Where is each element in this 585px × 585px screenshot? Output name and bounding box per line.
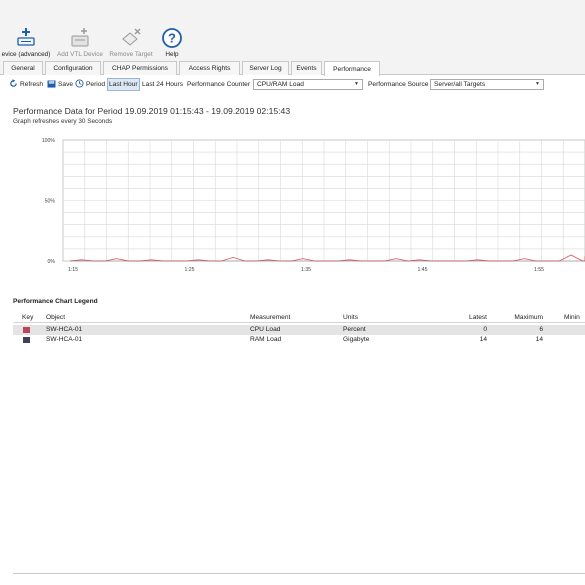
col-minimum[interactable]: Minin [564,314,580,321]
performance-chart: 100% 50% 0% 1:15 1:25 1:35 1:45 1:55 [42,138,585,273]
x-tick-label: 1:35 [301,267,311,273]
period-button[interactable]: Period [74,78,106,91]
legend-row[interactable]: SW-HCA-01 RAM Load Gigabyte 14 14 [13,335,585,345]
performance-counter-label: Performance Counter [187,81,251,88]
legend-maximum: 6 [539,326,543,333]
col-measurement[interactable]: Measurement [250,314,290,321]
tab-access-rights[interactable]: Access Rights [179,61,240,75]
remove-target-icon [120,27,142,49]
tab-strip: General Configuration CHAP Permissions A… [0,60,585,76]
add-vtl-device-button[interactable]: Add VTL Device [55,22,105,60]
tab-server-log[interactable]: Server Log [242,61,289,75]
ribbon: evice (advanced) Add VTL Device Remove T… [0,22,585,60]
help-button[interactable]: ? Help [158,22,186,60]
add-device-advanced-button[interactable]: evice (advanced) [0,22,52,60]
performance-source-value: Server/all Targets [434,81,486,88]
help-icon: ? [161,27,183,49]
save-button[interactable]: PDF Save [46,78,74,91]
window-top-area [0,0,585,22]
performance-counter-select[interactable]: CPU/RAM Load ▼ [253,79,363,90]
save-icon: PDF [47,79,56,90]
remove-target-button[interactable]: Remove Target [106,22,156,60]
legend-title: Performance Chart Legend [13,298,98,305]
y-tick-label: 0% [48,259,56,265]
legend-color-swatch [23,327,30,333]
tab-performance[interactable]: Performance [324,61,380,76]
save-label: Save [58,81,74,88]
col-key[interactable]: Key [22,314,33,321]
legend-row[interactable]: SW-HCA-01 CPU Load Percent 0 6 [13,325,585,335]
legend-units: Gigabyte [343,336,370,343]
period-label: Period [86,81,106,88]
col-units[interactable]: Units [343,314,358,321]
y-tick-label: 100% [42,138,56,144]
tab-chap-permissions[interactable]: CHAP Permissions [103,61,177,75]
refresh-button[interactable]: Refresh [8,78,44,91]
legend-object: SW-HCA-01 [46,336,83,343]
col-maximum[interactable]: Maximum [507,314,543,321]
svg-text:PDF: PDF [49,81,54,84]
svg-text:?: ? [168,31,176,46]
legend-header-row: Key Object Measurement Units Latest Maxi… [13,313,585,323]
add-vtl-device-label: Add VTL Device [57,51,103,58]
performance-period-title: Performance Data for Period 19.09.2019 0… [13,106,291,116]
chevron-down-icon: ▼ [354,81,359,87]
legend-latest: 14 [479,336,487,343]
refresh-icon [9,79,18,90]
legend-units: Percent [343,326,366,333]
col-object[interactable]: Object [46,314,65,321]
y-tick-label: 50% [45,199,56,205]
tab-general[interactable]: General [3,61,43,75]
last-24-hours-button[interactable]: Last 24 Hours [141,78,184,91]
tab-events[interactable]: Events [291,61,322,75]
remove-target-label: Remove Target [109,51,153,58]
add-device-icon [15,27,37,49]
performance-counter-value: CPU/RAM Load [257,81,304,88]
x-tick-label: 1:25 [184,267,194,273]
legend-object: SW-HCA-01 [46,326,83,333]
performance-toolbar: Refresh PDF Save Period Last Hour Last 2… [0,77,585,92]
chevron-down-icon: ▼ [535,81,540,87]
legend-maximum: 14 [535,336,543,343]
col-latest[interactable]: Latest [453,314,487,321]
refresh-label: Refresh [20,81,44,88]
bottom-divider [13,573,585,574]
legend-measurement: RAM Load [250,336,282,343]
help-label: Help [165,51,179,58]
legend-latest: 0 [483,326,487,333]
last-hour-button[interactable]: Last Hour [107,78,140,91]
performance-source-select[interactable]: Server/all Targets ▼ [430,79,544,90]
add-device-advanced-label: evice (advanced) [1,51,51,58]
x-tick-label: 1:55 [534,267,544,273]
refresh-interval-note: Graph refreshes every 30 Seconds [13,118,113,125]
x-tick-label: 1:15 [68,267,78,273]
x-tick-label: 1:45 [417,267,427,273]
period-icon [75,79,84,90]
legend-measurement: CPU Load [250,326,281,333]
tab-configuration[interactable]: Configuration [45,61,101,75]
performance-source-label: Performance Source [368,81,429,88]
legend-color-swatch [23,337,30,343]
add-vtl-device-icon [69,27,91,49]
